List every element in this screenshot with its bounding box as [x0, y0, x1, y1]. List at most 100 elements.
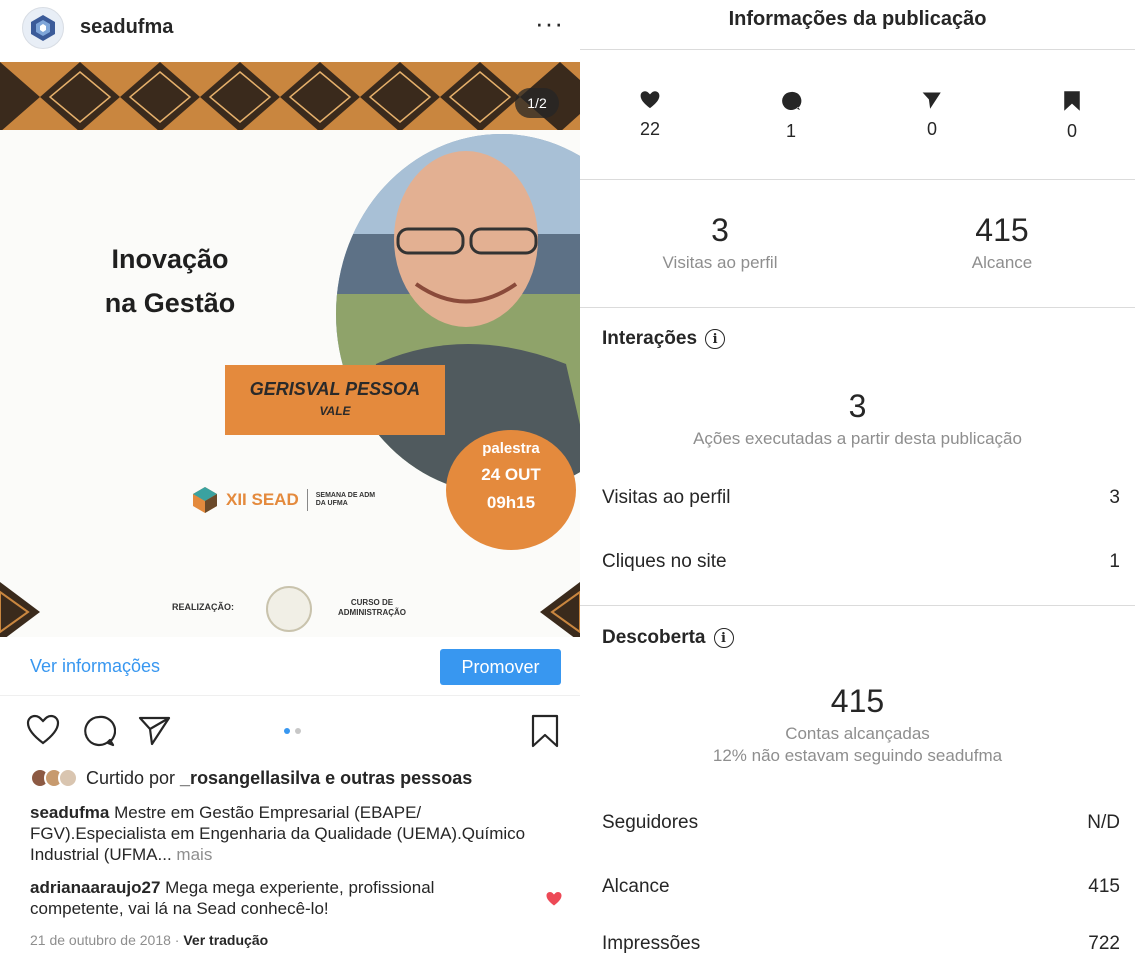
post-image-title: Inovação na Gestão [60, 237, 280, 325]
carousel-indicator [284, 728, 301, 734]
post-image[interactable]: 1/2 Inovação na Gestão GERISVAL PESSOA V… [0, 62, 580, 637]
row-label: Seguidores [602, 812, 699, 833]
post-actions [0, 706, 580, 756]
interactions-label: Ações executadas a partir desta publicaç… [693, 429, 1022, 448]
bookmark-filled-icon [1064, 91, 1080, 111]
decorative-corner-right [540, 582, 580, 637]
comment-like-heart-icon[interactable] [545, 891, 563, 907]
post-panel: seadufma ··· 1/2 Inovação na Gestão GERI… [0, 0, 580, 959]
more-options-icon[interactable]: ··· [535, 8, 564, 39]
title-line-2: na Gestão [104, 288, 236, 318]
slide-counter: 1/2 [515, 88, 559, 118]
post-caption: seadufma Mestre em Gestão Empresarial (E… [30, 802, 530, 865]
event-logo-sub: SEMANA DE ADM DA UFMA [315, 492, 376, 507]
discovery-row: Impressões 722 [602, 933, 1120, 955]
liked-by-text: Curtido por _rosangellasilva e outras pe… [86, 768, 472, 789]
info-icon[interactable]: i [705, 329, 726, 349]
realizacao-label: REALIZAÇÃO: [172, 602, 234, 612]
discovery-label: Contas alcançadas [785, 724, 930, 743]
summary-stats: 3 Visitas ao perfil 415 Alcance [580, 180, 1135, 308]
avatar[interactable] [22, 7, 64, 49]
caption-more-link[interactable]: mais [172, 845, 212, 864]
view-insights-link[interactable]: Ver informações [30, 656, 160, 677]
title-line-1: Inovação [111, 244, 229, 274]
post-date: 21 de outubro de 2018 · Ver tradução [30, 932, 268, 948]
section-divider [580, 605, 1135, 606]
comment-username[interactable]: adrianaaraujo27 [30, 878, 160, 897]
post-username[interactable]: seadufma [80, 16, 173, 39]
event-date: 24 OUT [481, 465, 541, 484]
profile-visits-summary: 3 Visitas ao perfil [600, 212, 840, 273]
comment-icon[interactable] [82, 714, 116, 748]
decorative-corner-left [0, 582, 40, 637]
discovery-total: 415 Contas alcançadas 12% não estavam se… [580, 683, 1135, 766]
event-type: palestra [482, 440, 540, 457]
interactions-title: Interações [602, 328, 698, 349]
interactions-total: 3 Ações executadas a partir desta public… [580, 388, 1135, 449]
row-label: Visitas ao perfil [602, 487, 731, 508]
speaker-name-box: GERISVAL PESSOA VALE [225, 365, 445, 435]
curso-label: CURSO DE ADMINISTRAÇÃO [338, 598, 406, 617]
interactions-count: 3 [848, 388, 867, 424]
comment-filled-icon [782, 91, 802, 111]
event-time: 09h15 [486, 493, 536, 512]
reach-summary: 415 Alcance [882, 212, 1122, 273]
event-logo: XII SEAD SEMANA DE ADM DA UFMA [190, 485, 376, 515]
comment: adrianaaraujo27 Mega mega experiente, pr… [30, 877, 520, 919]
liked-user[interactable]: _rosangellasilva [180, 768, 320, 788]
post-info-row: Ver informações Promover [0, 638, 580, 696]
discovery-title: Descoberta [602, 627, 706, 648]
info-icon[interactable]: i [713, 628, 734, 648]
liked-prefix: Curtido por [86, 767, 181, 788]
caption-username[interactable]: seadufma [30, 803, 109, 822]
translate-link[interactable]: Ver tradução [183, 932, 268, 948]
row-value: 3 [1109, 487, 1120, 508]
row-value: N/D [1087, 812, 1120, 833]
insights-title: Informações da publicação [580, 0, 1135, 50]
discovery-heading: Descoberta i [602, 627, 734, 649]
shares-stat: 0 [902, 90, 962, 140]
seadufma-logo-icon [31, 15, 55, 41]
likes-count: 22 [639, 119, 661, 139]
sead-cube-icon [193, 487, 217, 513]
reach-count: 415 [975, 212, 1029, 248]
profile-visits-count: 3 [711, 212, 729, 248]
discovery-row: Seguidores N/D [602, 812, 1120, 834]
share-filled-icon [922, 92, 941, 109]
discovery-count: 415 [830, 683, 885, 719]
interactions-heading: Interações i [602, 328, 726, 350]
heart-icon[interactable] [26, 714, 60, 746]
liked-suffix: e outras pessoas [320, 767, 473, 788]
speaker-surname: VALE [319, 404, 351, 418]
insights-panel: Informações da publicação 22 1 0 0 3 Vis… [580, 0, 1135, 959]
row-label: Impressões [602, 933, 701, 954]
share-icon[interactable] [138, 714, 172, 746]
discovery-row: Alcance 415 [602, 876, 1120, 898]
speaker-name: GERISVAL PESSOA [249, 379, 421, 399]
row-label: Cliques no site [602, 551, 727, 572]
post-date-text: 21 de outubro de 2018 · [30, 932, 184, 948]
saves-count: 0 [1066, 121, 1077, 141]
event-badge: palestra 24 OUT 09h15 [446, 430, 576, 550]
comments-stat: 1 [761, 90, 821, 142]
row-value: 415 [1088, 876, 1120, 897]
saves-stat: 0 [1042, 90, 1102, 142]
comments-count: 1 [785, 121, 796, 141]
promote-button[interactable]: Promover [440, 649, 561, 685]
liker-avatar [58, 768, 78, 788]
engagement-stats: 22 1 0 0 [580, 50, 1135, 180]
carousel-dot [295, 728, 301, 734]
decorative-band [0, 62, 580, 132]
post-header: seadufma ··· [0, 0, 580, 58]
liked-by[interactable]: Curtido por _rosangellasilva e outras pe… [30, 765, 472, 791]
discovery-sub-label: 12% não estavam seguindo seadufma [712, 746, 1003, 765]
university-seal-icon [266, 586, 312, 632]
row-value: 1 [1109, 551, 1120, 572]
profile-visits-label: Visitas ao perfil [662, 253, 778, 272]
interaction-row: Visitas ao perfil 3 [602, 487, 1120, 509]
interaction-row: Cliques no site 1 [602, 551, 1120, 573]
bookmark-icon[interactable] [530, 714, 560, 748]
shares-count: 0 [926, 119, 937, 139]
likes-stat: 22 [620, 90, 680, 140]
logo-separator [306, 489, 308, 511]
